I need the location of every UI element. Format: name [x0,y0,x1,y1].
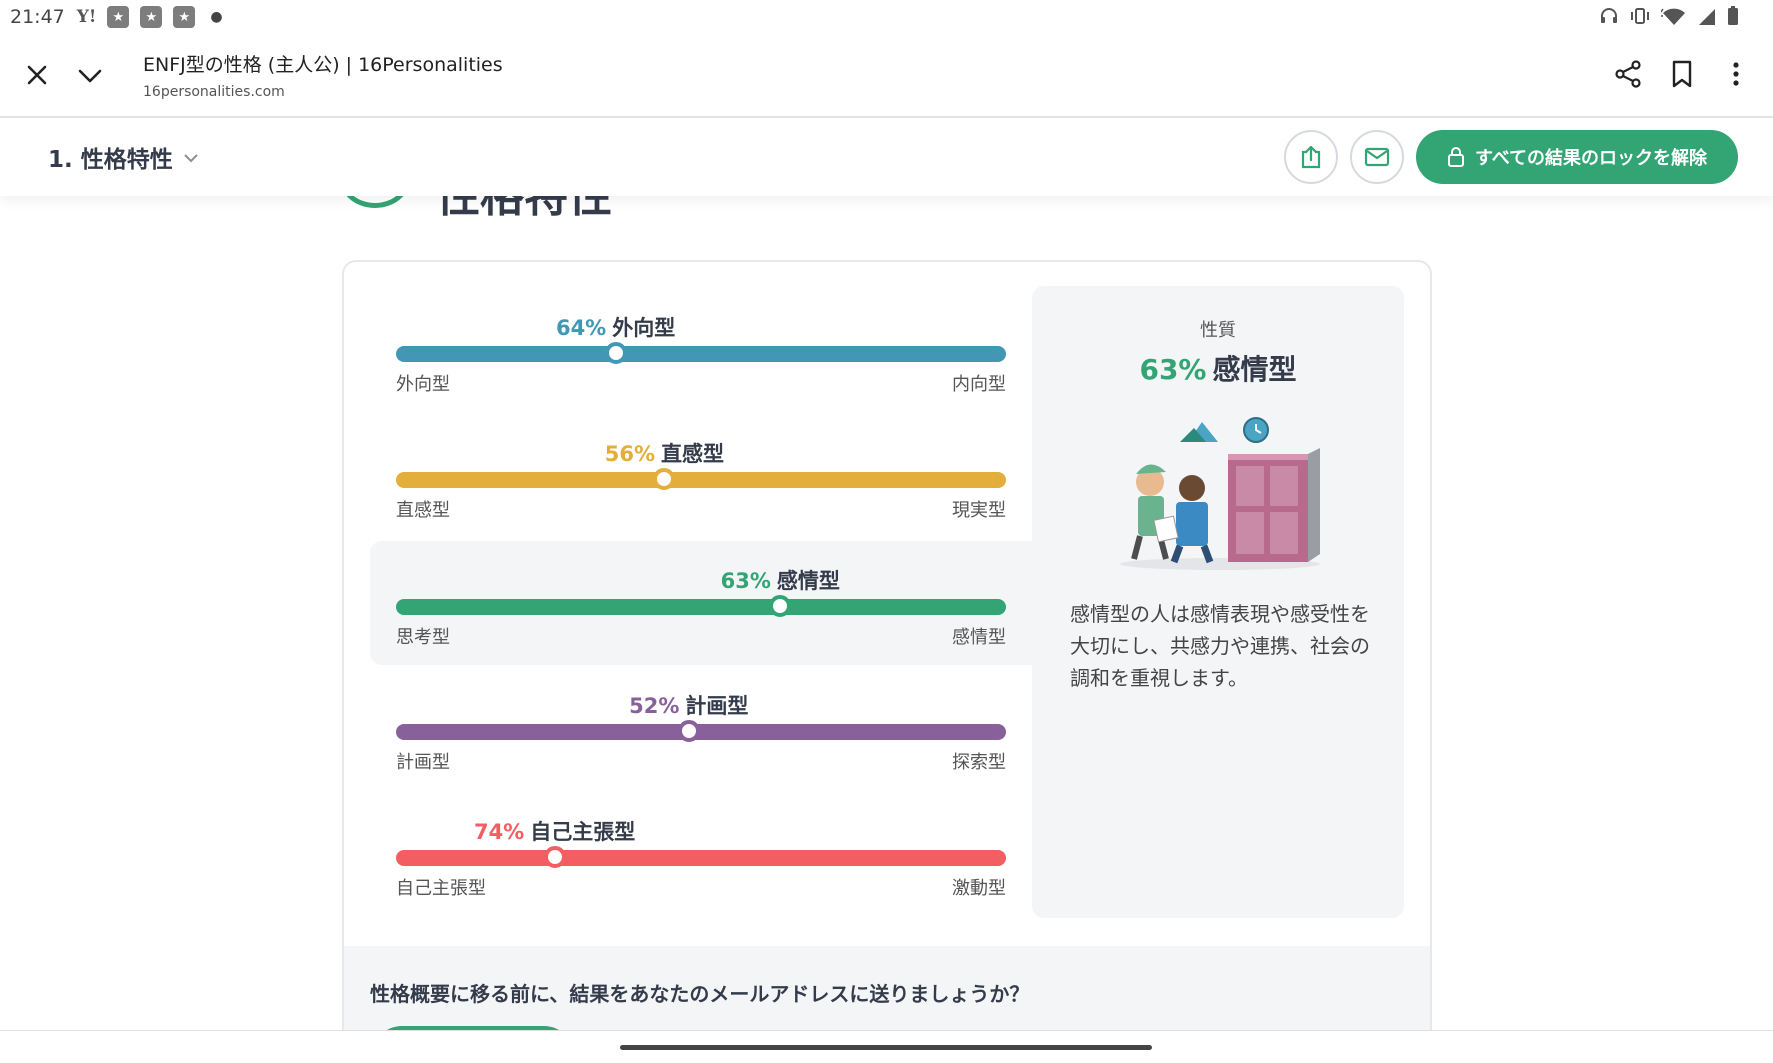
trait-detail-percent: 63% [1139,353,1207,386]
trait-row-energy[interactable]: 64% 外向型 外向型 内向型 [344,262,1034,395]
trait-percent: 52% [629,694,680,718]
trait-bar[interactable] [396,846,1006,868]
bookmark-icon[interactable] [1668,58,1696,90]
trait-heading: 63% 感情型 [721,565,840,595]
battery-icon [1728,6,1738,25]
app-notification-icon: ★ [107,6,130,28]
trait-illustration [1120,417,1320,570]
trait-percent: 74% [473,820,525,844]
unlock-all-results-label: すべての結果のロックを解除 [1474,148,1708,169]
email-button[interactable] [1350,130,1404,184]
trait-detail-name: 感情型 [1212,353,1297,386]
section-nav-bar: 1. 性格特性 すべての結果のロックを解除 [0,118,1773,196]
trait-detail-description: 感情型の人は感情表現や感受性を大切にし、共感力や連携、社会の調和を重視します。 [1070,602,1370,690]
yahoo-icon: Y! [76,7,97,27]
status-bar: 21:47 Y! ★ ★ ★ ● [0,0,1773,34]
trait-bar[interactable] [396,342,1006,364]
trait-heading: 56% 直感型 [605,438,724,468]
chevron-down-icon[interactable] [74,60,106,90]
section-dropdown[interactable]: 1. 性格特性 [48,140,199,174]
trait-slider-knob[interactable] [677,720,700,742]
trait-name: 計画型 [685,694,749,718]
more-notifications-icon: ● [210,9,223,25]
app-notification-icon: ★ [140,6,163,28]
trait-detail-panel: 性質 63% 感情型 感情型の人は感情表現や感受性を大切にし、共感力や連携、社会の… [1032,286,1404,918]
traits-card: 64% 外向型 外向型 内向型 56% 直感型 直感型 現実型 63% 感情型 思考型… [342,260,1432,1063]
trait-left-label: 自己主張型 [396,878,486,899]
trait-slider-knob[interactable] [769,595,792,617]
chevron-down-icon [184,154,198,163]
lock-icon [1447,147,1464,167]
signal-icon [1699,9,1715,25]
export-button[interactable] [1284,130,1338,184]
section-dropdown-label: 1. 性格特性 [48,147,173,173]
upload-icon [1301,145,1321,169]
trait-left-label: 直感型 [396,500,450,521]
navigation-bar [0,1030,1773,1063]
headphones-icon [1601,8,1617,23]
share-icon[interactable] [1612,58,1644,90]
status-icons [1599,6,1739,26]
trait-heading: 52% 計画型 [629,690,748,720]
trait-row-mind[interactable]: 56% 直感型 直感型 現実型 [344,388,1034,521]
trait-slider-knob[interactable] [653,468,676,490]
vibrate-icon [1631,8,1649,24]
trait-name: 外向型 [612,316,676,340]
trait-percent: 63% [720,569,771,593]
trait-heading: 74% 自己主張型 [474,816,635,846]
page-title: ENFJ型の性格 (主人公) | 16Personalities [143,54,503,76]
more-vert-icon[interactable] [1722,58,1750,90]
close-icon[interactable] [22,60,52,90]
trait-heading: 64% 外向型 [556,312,675,342]
trait-slider-knob[interactable] [543,846,566,868]
app-notification-icon: ★ [173,6,196,28]
trait-bar[interactable] [396,468,1006,490]
browser-toolbar: ENFJ型の性格 (主人公) | 16Personalities 16perso… [0,34,1773,118]
mail-icon [1364,147,1390,167]
wifi-icon [1661,8,1685,25]
trait-slider-knob[interactable] [604,342,627,364]
trait-row-identity[interactable]: 74% 自己主張型 自己主張型 激動型 [344,766,1034,899]
trait-right-label: 現実型 [952,500,1006,521]
trait-bar[interactable] [396,595,1006,617]
trait-name: 直感型 [661,442,725,466]
trait-row-tactics[interactable]: 52% 計画型 計画型 探索型 [344,640,1034,773]
status-time: 21:47 [10,6,65,28]
trait-detail-category: 性質 [1200,320,1236,341]
unlock-all-results-button[interactable]: すべての結果のロックを解除 [1416,130,1738,184]
gesture-handle[interactable] [620,1045,1152,1050]
email-prompt-question: 性格概要に移る前に、結果をあなたのメールアドレスに送りましょうか？ [370,982,1030,1006]
trait-percent: 56% [604,442,656,466]
trait-bar[interactable] [396,720,1006,742]
trait-name: 自己主張型 [530,820,636,844]
trait-right-label: 激動型 [952,878,1006,899]
trait-name: 感情型 [776,569,840,593]
page-url: 16personalities.com [143,84,285,100]
trait-detail-title: 63% 感情型 [1032,348,1404,388]
trait-percent: 64% [555,316,607,340]
